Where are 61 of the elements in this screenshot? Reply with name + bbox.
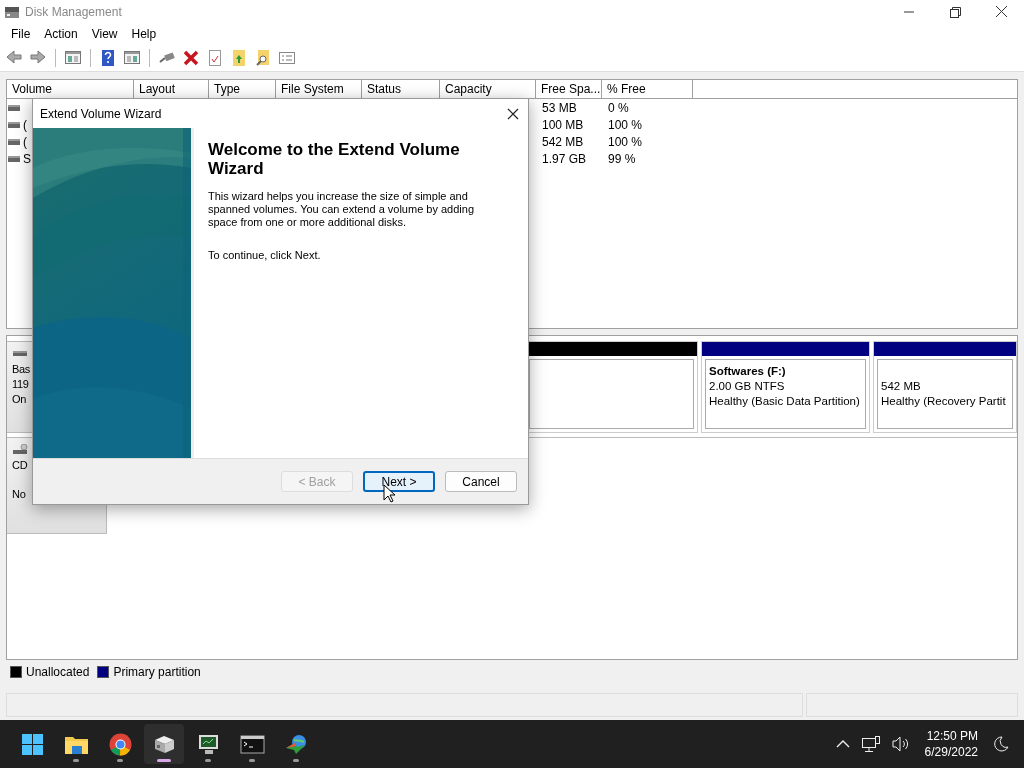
disc-drive-icon bbox=[12, 444, 28, 454]
disk-info-text: On bbox=[12, 392, 27, 407]
legend-label: Unallocated bbox=[26, 665, 90, 679]
column-header[interactable]: % Free bbox=[602, 80, 693, 99]
table-cell-text: 0 % bbox=[607, 100, 630, 115]
forward-arrow-icon[interactable] bbox=[29, 49, 47, 67]
taskbar-button[interactable] bbox=[144, 724, 184, 764]
speaker-icon[interactable] bbox=[890, 735, 911, 753]
dialog-title: Extend Volume Wizard bbox=[40, 106, 162, 121]
menu-item[interactable]: Action bbox=[37, 27, 85, 41]
mouse-cursor-icon bbox=[383, 484, 395, 503]
window-title: Disk Management bbox=[25, 4, 123, 19]
wizard-heading: Welcome to the Extend Volume Wizard bbox=[208, 140, 461, 178]
table-cell-text: 100 % bbox=[607, 134, 644, 149]
menu-item[interactable]: View bbox=[84, 27, 125, 41]
checklist-icon[interactable] bbox=[206, 49, 224, 67]
partition-info: Healthy (Basic Data Partition) bbox=[709, 394, 861, 409]
disk-info-text: No bbox=[12, 487, 26, 502]
disk-drive-icon bbox=[4, 4, 20, 19]
help-icon[interactable] bbox=[99, 49, 117, 67]
delete-icon[interactable] bbox=[182, 49, 200, 67]
disk-info-text: CD bbox=[12, 458, 28, 473]
panel-icon[interactable] bbox=[64, 49, 82, 67]
back-arrow-icon[interactable] bbox=[5, 49, 23, 67]
properties-icon[interactable] bbox=[278, 49, 296, 67]
table-cell-text: 53 MB bbox=[541, 100, 578, 115]
menu-item[interactable]: File bbox=[4, 27, 38, 41]
menu-item[interactable]: Help bbox=[124, 27, 164, 41]
wizard-button[interactable]: Cancel bbox=[445, 471, 517, 492]
disk-info-text: 119 bbox=[12, 377, 29, 392]
folder-search-icon[interactable] bbox=[254, 49, 272, 67]
legend-label: Primary partition bbox=[113, 665, 201, 679]
column-header[interactable]: Free Spa... bbox=[536, 80, 602, 99]
close-icon[interactable] bbox=[506, 106, 520, 121]
windows-logo-icon bbox=[19, 731, 45, 757]
network-icon[interactable] bbox=[860, 735, 881, 753]
table-cell-text: 1.97 GB bbox=[541, 151, 588, 166]
wizard-description: This wizard helps you increase the size of simple and spanned volumes. You can extend a volume by adding space from one or more additional disks. bbox=[208, 190, 476, 229]
partition-info: 2.00 GB NTFS bbox=[709, 379, 786, 394]
wizard-button[interactable]: Next > bbox=[363, 471, 435, 492]
partition-name: Softwares (F:) bbox=[709, 364, 787, 379]
partition-info: Healthy (Recovery Partit bbox=[881, 394, 1007, 409]
wizard-instruction: To continue, click Next. bbox=[208, 249, 322, 262]
table-cell-text: 542 MB bbox=[541, 134, 585, 149]
table-cell: S bbox=[23, 151, 31, 166]
table-cell-text: 100 % bbox=[607, 117, 644, 132]
folder-up-icon[interactable] bbox=[230, 49, 248, 67]
clock-time[interactable]: 12:50 PM bbox=[926, 728, 978, 744]
partition-info: 542 MB bbox=[881, 379, 922, 394]
table-cell: ( bbox=[23, 117, 27, 132]
table-cell-text: 99 % bbox=[607, 151, 637, 166]
table-cell: ( bbox=[23, 134, 27, 149]
partition-block[interactable]: Softwares (F:) 2.00 GB NTFS Healthy (Basic Data Partition) bbox=[701, 341, 870, 433]
partition-block[interactable]: 542 MB Healthy (Recovery Partit bbox=[873, 341, 1017, 433]
table-cell-text: 100 MB bbox=[541, 117, 585, 132]
moon-icon[interactable] bbox=[992, 735, 1010, 753]
disk-info-text: Bas bbox=[12, 362, 31, 377]
browser-icon bbox=[107, 731, 133, 757]
clock-date[interactable]: 6/29/2022 bbox=[924, 744, 978, 760]
panel-icon[interactable] bbox=[123, 49, 141, 67]
drive-icon bbox=[12, 348, 28, 358]
